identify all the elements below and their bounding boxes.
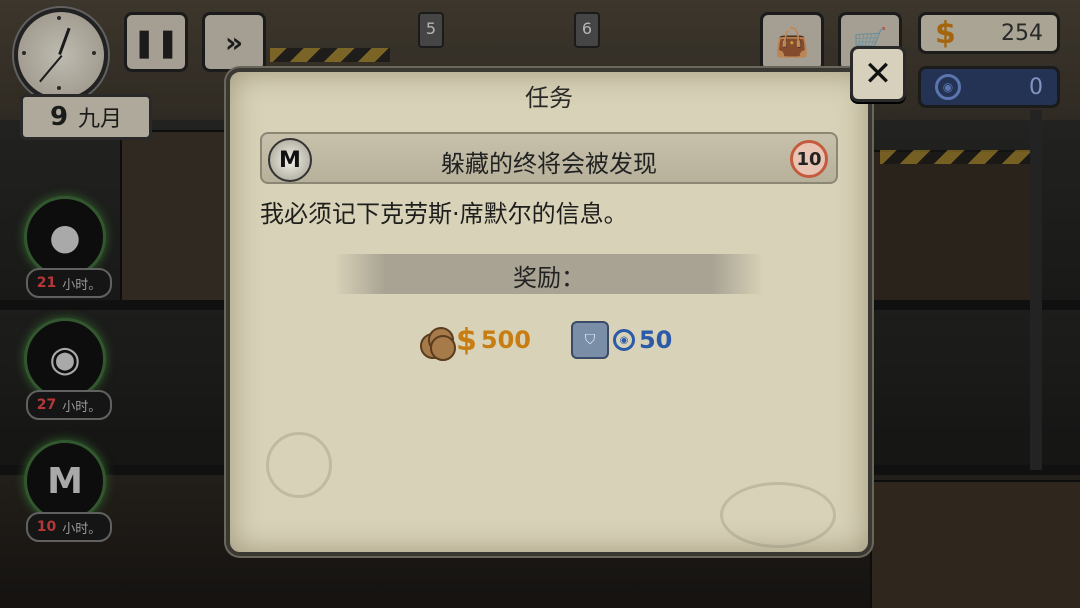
dialog-title: 任务	[525, 84, 573, 112]
quest-dialog: 任务 M 躲藏的终将会被发现 10 我必须记下克劳斯·席默尔的信息。 奖励： $…	[226, 68, 872, 556]
reward-token-value: 50	[638, 326, 673, 354]
quest-description: 我必须记下克劳斯·席默尔的信息。	[260, 200, 628, 228]
coins-icon	[420, 323, 456, 361]
close-button[interactable]: ✕	[850, 46, 906, 102]
reward-money: $ 500	[420, 322, 531, 361]
close-icon: ✕	[863, 54, 893, 94]
reward-money-value: 500	[480, 326, 531, 354]
reward-list: $ 500 ⛉ ◉ 50	[420, 320, 673, 361]
crest-icon: ⛉	[570, 321, 609, 359]
dollar-icon: $	[456, 322, 477, 358]
quest-name: 躲藏的终将会被发现	[441, 150, 657, 178]
token-icon: ◉	[612, 329, 635, 351]
reward-label: 奖励：	[513, 264, 585, 292]
quest-level-badge: 10	[790, 140, 828, 178]
stamp-decoration	[720, 482, 836, 548]
stamp-decoration	[266, 432, 332, 498]
quest-header: M 躲藏的终将会被发现 10	[260, 132, 838, 184]
reward-tokens: ⛉ ◉ 50	[570, 321, 673, 359]
